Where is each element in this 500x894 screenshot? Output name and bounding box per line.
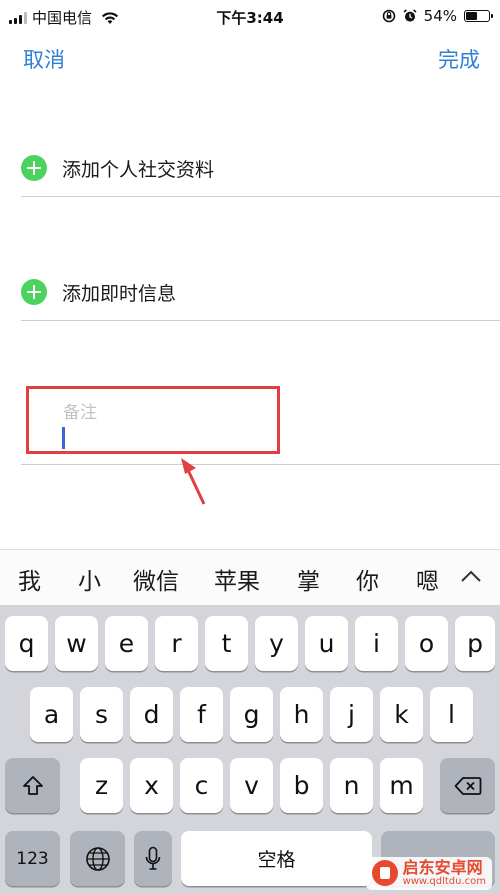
candidate-word[interactable]: 苹果 [214,562,260,596]
key-m[interactable]: m [380,758,423,813]
shift-key[interactable] [5,758,60,813]
key-o[interactable]: o [405,616,448,671]
key-l[interactable]: l [430,687,473,742]
watermark-title: 启东安卓网 [402,857,483,877]
space-key[interactable]: 空格 [181,831,372,886]
numbers-key[interactable]: 123 [5,831,60,886]
key-v[interactable]: v [230,758,273,813]
notes-placeholder[interactable]: 备注 [63,398,97,423]
keyboard: q w e r t y u i o p a s d f g h j k l z … [0,605,500,894]
alarm-icon [403,9,417,22]
add-plus-icon[interactable] [21,279,47,305]
delete-key[interactable] [440,758,495,813]
watermark-logo-icon [371,860,398,887]
key-h[interactable]: h [280,687,323,742]
key-q[interactable]: q [5,616,48,671]
key-d[interactable]: d [130,687,173,742]
key-f[interactable]: f [180,687,223,742]
row-divider [21,320,500,321]
candidate-word[interactable]: 小 [78,562,101,596]
key-y[interactable]: y [255,616,298,671]
shift-arrow-icon [22,775,43,795]
candidate-word[interactable]: 我 [18,562,41,596]
add-instant-message-label: 添加即时信息 [62,282,177,305]
key-b[interactable]: b [280,758,323,813]
chevron-up-icon[interactable] [460,569,482,583]
candidate-word[interactable]: 微信 [133,562,179,596]
battery-level-fill [466,12,477,20]
battery-percent: 54% [423,7,457,25]
orientation-lock-icon [382,9,395,23]
candidate-word[interactable]: 你 [356,562,379,596]
key-e[interactable]: e [105,616,148,671]
key-w[interactable]: w [55,616,98,671]
key-a[interactable]: a [30,687,73,742]
microphone-icon [145,846,161,870]
annotation-arrow-icon [181,458,206,505]
battery-icon [464,10,493,22]
candidate-bar: 我 小 微信 苹果 掌 你 嗯 [0,549,500,605]
globe-icon [85,846,110,871]
cancel-button[interactable]: 取消 [23,44,65,74]
key-j[interactable]: j [330,687,373,742]
watermark: 启东安卓网 www.qdltdu.com [365,856,492,890]
add-social-profile-row[interactable]: 添加个人社交资料 [21,148,500,188]
key-z[interactable]: z [80,758,123,813]
add-plus-icon[interactable] [21,155,47,181]
key-u[interactable]: u [305,616,348,671]
watermark-url: www.qdltdu.com [402,875,486,887]
key-t[interactable]: t [205,616,248,671]
microphone-key[interactable] [134,831,172,886]
globe-key[interactable] [70,831,125,886]
add-social-profile-label: 添加个人社交资料 [62,158,215,181]
candidate-word[interactable]: 嗯 [416,562,439,596]
key-g[interactable]: g [230,687,273,742]
key-p[interactable]: p [455,616,495,671]
key-n[interactable]: n [330,758,373,813]
key-k[interactable]: k [380,687,423,742]
key-r[interactable]: r [155,616,198,671]
backspace-icon [454,776,481,795]
key-x[interactable]: x [130,758,173,813]
add-instant-message-row[interactable]: 添加即时信息 [21,272,500,312]
status-right: 54% [382,7,493,25]
watermark-text: 启东安卓网 www.qdltdu.com [402,857,486,887]
key-i[interactable]: i [355,616,398,671]
done-button[interactable]: 完成 [438,44,480,74]
candidate-word[interactable]: 掌 [297,562,320,596]
row-divider [21,464,500,465]
row-divider [21,196,500,197]
text-cursor [62,427,65,449]
key-c[interactable]: c [180,758,223,813]
key-s[interactable]: s [80,687,123,742]
status-bar: 中国电信 下午3:44 54% [0,0,500,32]
